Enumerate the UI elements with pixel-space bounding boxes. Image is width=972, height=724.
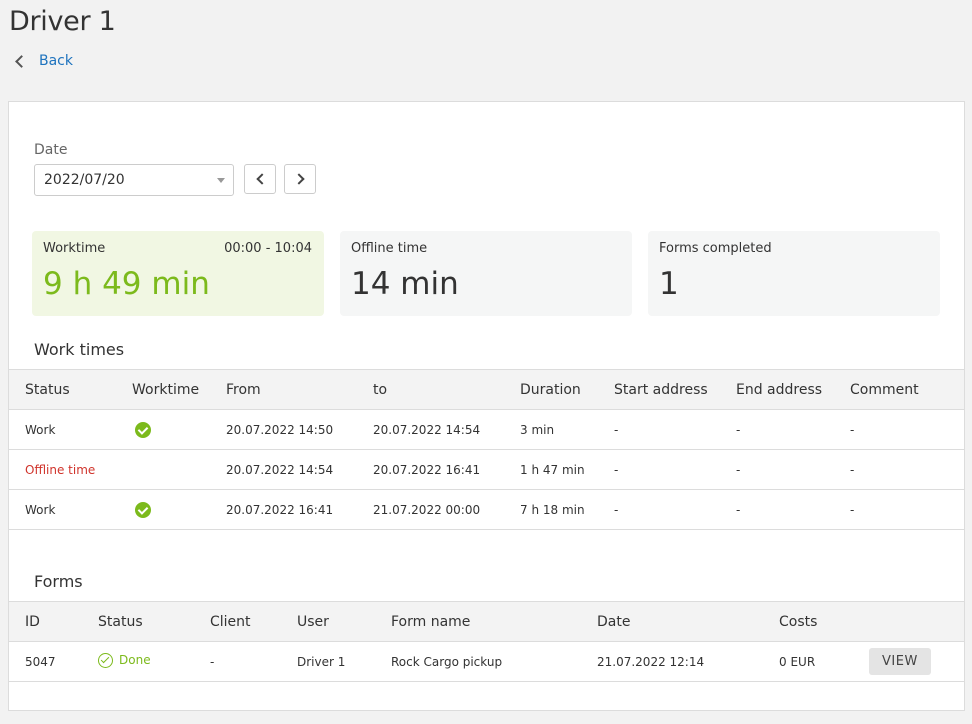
to-cell: 21.07.2022 00:00 [357, 489, 504, 530]
status-badge: Done [98, 652, 151, 668]
col-from: From [226, 381, 261, 398]
forms-stat: Forms completed 1 [648, 231, 940, 316]
check-circle-icon [135, 501, 151, 518]
table-row: Offline time 20.07.2022 14:54 20.07.2022… [9, 449, 964, 490]
worktime-cell [116, 409, 210, 450]
start-address-cell: - [598, 489, 720, 530]
duration-cell: 1 h 47 min [504, 449, 598, 490]
forms-header: ID Status Client User Form name Date Cos… [9, 601, 964, 642]
col-comment: Comment [850, 381, 919, 398]
work-times-title: Work times [34, 340, 125, 359]
forms-completed-value: 1 [659, 266, 679, 302]
worktime-value: 9 h 49 min [43, 266, 210, 302]
back-label: Back [39, 53, 73, 69]
comment-cell: - [834, 489, 964, 530]
worktime-cell [116, 449, 210, 490]
col-end-address: End address [736, 381, 823, 398]
start-address-cell: - [598, 449, 720, 490]
col-date: Date [597, 613, 631, 630]
end-address-cell: - [720, 489, 834, 530]
costs-cell: 0 EUR [763, 641, 853, 682]
caret-down-icon [217, 178, 225, 183]
client-cell: - [194, 641, 281, 682]
offline-stat: Offline time 14 min [340, 231, 632, 316]
col-actions [853, 602, 964, 642]
previous-day-button[interactable] [244, 164, 276, 194]
from-cell: 20.07.2022 16:41 [210, 489, 357, 530]
col-status: Status [25, 381, 70, 398]
check-circle-icon [135, 421, 151, 438]
next-day-button[interactable] [284, 164, 316, 194]
col-user: User [297, 613, 329, 630]
id-cell: 5047 [9, 641, 82, 682]
work-times-header: Status Worktime From to Duration Start a… [9, 369, 964, 410]
comment-cell: - [834, 409, 964, 450]
status-text: Done [119, 653, 151, 667]
col-to: to [373, 381, 388, 398]
col-start-address: Start address [614, 381, 708, 398]
user-cell: Driver 1 [281, 641, 375, 682]
status-cell: Work [9, 409, 116, 450]
to-cell: 20.07.2022 16:41 [357, 449, 504, 490]
chevron-right-icon [292, 173, 305, 185]
page-title: Driver 1 [9, 6, 116, 37]
col-client: Client [210, 613, 251, 630]
col-status: Status [98, 613, 143, 630]
from-cell: 20.07.2022 14:50 [210, 409, 357, 450]
status-cell: Done [82, 641, 194, 682]
offline-label: Offline time [351, 241, 428, 256]
chevron-left-icon [255, 173, 268, 185]
from-cell: 20.07.2022 14:54 [210, 449, 357, 490]
forms-title: Forms [34, 572, 83, 591]
table-row: Work 20.07.2022 16:41 21.07.2022 00:00 7… [9, 489, 964, 530]
date-select[interactable]: 2022/07/20 [34, 164, 234, 196]
duration-cell: 7 h 18 min [504, 489, 598, 530]
start-address-cell: - [598, 409, 720, 450]
check-circle-outline-icon [98, 652, 113, 668]
date-cell: 21.07.2022 12:14 [581, 641, 763, 682]
view-button[interactable]: VIEW [869, 648, 931, 675]
work-times-table: Status Worktime From to Duration Start a… [9, 369, 964, 530]
col-worktime: Worktime [132, 381, 200, 398]
to-cell: 20.07.2022 14:54 [357, 409, 504, 450]
date-value: 2022/07/20 [44, 172, 125, 188]
status-cell: Work [9, 489, 116, 530]
actions-cell: VIEW [853, 641, 964, 682]
comment-cell: - [834, 449, 964, 490]
col-costs: Costs [779, 613, 818, 630]
date-label: Date [34, 142, 68, 158]
table-row: Work 20.07.2022 14:50 20.07.2022 14:54 3… [9, 409, 964, 450]
worktime-cell [116, 489, 210, 530]
worktime-stat: Worktime 00:00 - 10:04 9 h 49 min [32, 231, 324, 316]
col-form-name: Form name [391, 613, 471, 630]
col-id: ID [25, 613, 40, 630]
chevron-left-icon [15, 54, 28, 68]
end-address-cell: - [720, 409, 834, 450]
end-address-cell: - [720, 449, 834, 490]
driver-card: Date 2022/07/20 Worktime 00:00 - 10:04 9… [8, 101, 965, 711]
offline-value: 14 min [351, 266, 459, 302]
back-link[interactable]: Back [14, 53, 73, 69]
worktime-range: 00:00 - 10:04 [224, 241, 312, 256]
duration-cell: 3 min [504, 409, 598, 450]
col-duration: Duration [520, 381, 581, 398]
forms-table: ID Status Client User Form name Date Cos… [9, 601, 964, 682]
form-name-cell: Rock Cargo pickup [375, 641, 581, 682]
table-row: 5047 Done - Driver 1 Rock Cargo pickup 2… [9, 641, 964, 682]
forms-completed-label: Forms completed [659, 241, 772, 256]
status-cell: Offline time [9, 449, 116, 490]
